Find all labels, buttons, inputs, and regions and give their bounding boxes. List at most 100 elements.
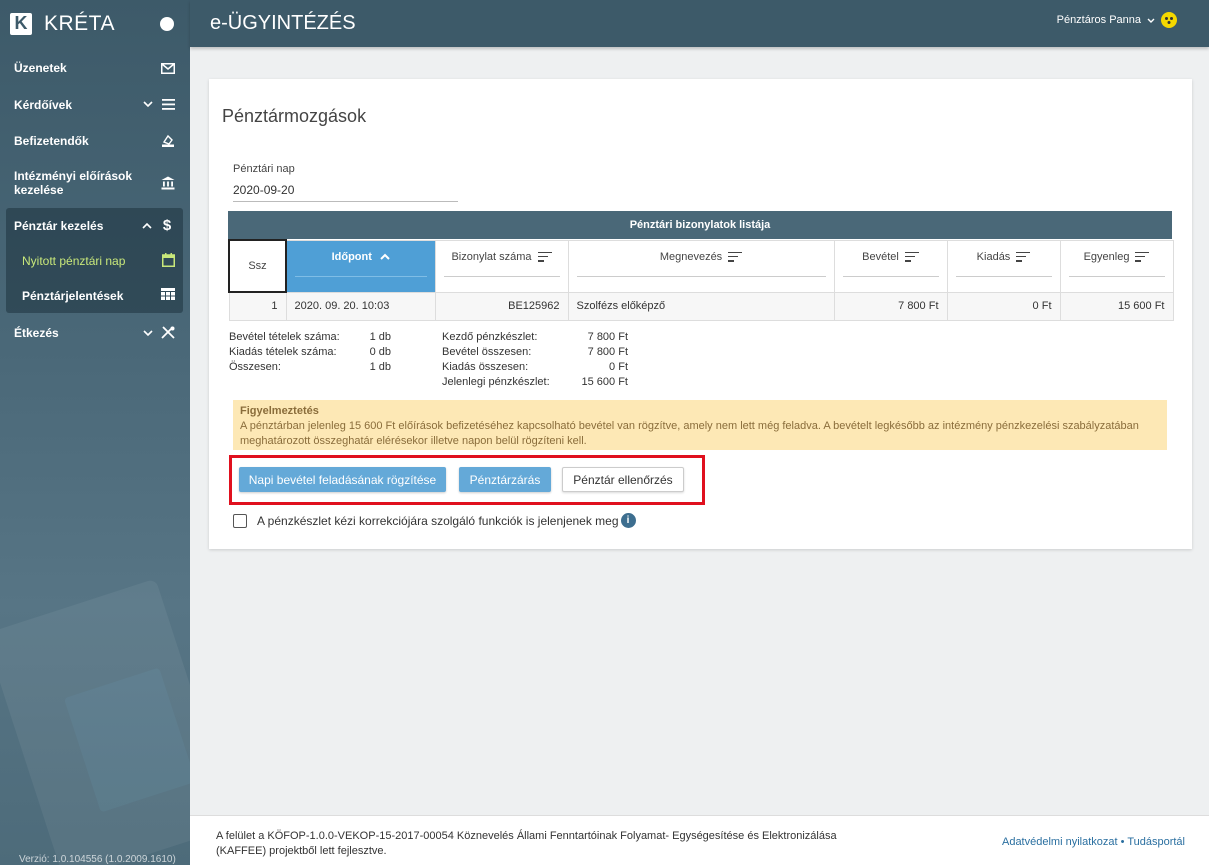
column-header-idopont[interactable]: Időpont [285,239,436,293]
footer-links: Adatvédelmi nyilatkozat • Tudásportál [1002,836,1185,848]
sidebar-item-label: Befizetendők [14,134,89,149]
sort-icon [1135,251,1150,262]
cell-ssz: 1 [228,291,287,321]
cash-register-check-button[interactable]: Pénztár ellenőrzés [562,467,684,492]
column-header-megnevezes[interactable]: Megnevezés [567,239,835,293]
summary-label: Kiadás tételek száma: [229,346,337,358]
column-header-bizonylat-szama[interactable]: Bizonylat száma [434,239,569,293]
close-cash-register-button[interactable]: Pénztárzárás [459,467,551,492]
sidebar-item-etkezes[interactable]: Étkezés [0,315,190,352]
user-name: Pénztáros Panna [1056,14,1141,26]
privacy-link[interactable]: Adatvédelmi nyilatkozat [1002,836,1118,848]
payment-icon [160,133,176,149]
brand-name: KRÉTA [44,11,115,35]
cell-bizonylat-szama: BE125962 [434,291,569,321]
sort-icon [728,251,743,262]
summary-value: 0 db [369,346,391,358]
summary-amounts: Kezdő pénzkészlet: 7 800 Ft Bevétel össze… [442,330,628,390]
brand-logo: K [10,12,32,35]
summary-label: Összesen: [229,361,281,373]
sidebar-toggle-icon[interactable] [160,17,174,31]
cell-kiadas: 0 Ft [946,291,1061,321]
footer: A felület a KÖFOP-1.0.0-VEKOP-15-2017-00… [190,815,1209,865]
footer-separator: • [1117,836,1128,848]
summary-value: 7 800 Ft [587,331,628,343]
column-header-ssz[interactable]: Ssz [228,239,287,293]
chevron-up-icon [141,220,153,232]
sidebar-item-label: Kérdőívek [14,97,73,112]
sidebar-item-penztar-kezeles[interactable]: Pénztár kezelés $ [6,208,183,245]
table-title: Pénztári bizonylatok listája [228,211,1172,239]
accessibility-icon[interactable] [1161,12,1177,28]
info-icon[interactable]: i [620,513,636,528]
summary-counts: Bevétel tételek száma: 1 db Kiadás tétele… [229,330,391,375]
table-row[interactable]: 1 2020. 09. 20. 10:03 BE125962 Szolfézs … [228,291,1174,321]
sidebar-item-penztarjelentesek[interactable]: Pénztárjelentések [6,279,183,314]
knowledge-portal-link[interactable]: Tudásportál [1127,836,1185,848]
sidebar-item-nyitott-penztari-nap[interactable]: Nyitott pénztári nap [6,244,183,279]
sidebar-nav: Üzenetek Kérdőívek Befizetendők Intézmén… [0,50,190,352]
sidebar-item-label: Étkezés [14,326,59,341]
page-title: Pénztármozgások [222,106,367,126]
bank-icon [160,175,176,191]
summary-label: Jelenlegi pénzkészlet: [442,376,550,388]
top-header: e-ÜGYINTÉZÉS Pénztáros Panna [190,0,1209,47]
list-icon [160,97,176,113]
cell-bevetel: 7 800 Ft [833,291,948,321]
sidebar: K KRÉTA Üzenetek Kérdőívek Befizetendők [0,0,190,865]
user-menu[interactable]: Pénztáros Panna [1057,12,1177,28]
warning-alert: Figyelmeztetés A pénztárban jelenleg 15 … [233,400,1167,450]
summary-label: Bevétel összesen: [442,346,532,358]
record-daily-income-button[interactable]: Napi bevétel feladásának rögzítése [239,467,446,492]
sort-icon [537,251,552,262]
chevron-down-icon [142,327,154,339]
sidebar-group-penztar: Pénztár kezelés $ Nyitott pénztári nap P… [6,207,183,314]
table-icon [161,288,175,303]
column-header-egyenleg[interactable]: Egyenleg [1059,239,1174,293]
chevron-down-icon [142,99,154,111]
summary-value: 1 db [369,361,391,373]
summary-value: 7 800 Ft [587,346,628,358]
mail-icon [160,60,176,76]
sidebar-item-label: Üzenetek [14,61,67,76]
manual-correction-checkbox[interactable] [233,513,247,528]
summary-label: Kiadás összesen: [442,361,529,373]
sidebar-item-befizetendok[interactable]: Befizetendők [0,123,190,160]
summary-value: 0 Ft [609,361,628,373]
cutlery-icon [160,325,176,341]
version-text: Verzió: 1.0.104556 (1.0.2009.1610) [19,854,176,865]
cell-idopont: 2020. 09. 20. 10:03 [285,291,436,321]
summary-value: 15 600 Ft [581,376,628,388]
sort-asc-icon [380,253,390,260]
dollar-icon: $ [162,217,172,235]
app-title: e-ÜGYINTÉZÉS [210,12,356,34]
sort-icon [1016,251,1031,262]
cell-egyenleg: 15 600 Ft [1059,291,1174,321]
sidebar-item-kerdoivek[interactable]: Kérdőívek [0,87,190,124]
sidebar-item-label: Pénztár kezelés [14,218,104,233]
chevron-down-icon [1147,15,1155,25]
sidebar-item-label: Intézményi előírások kezelése [14,168,133,197]
footer-text: A felület a KÖFOP-1.0.0-VEKOP-15-2017-00… [216,830,837,857]
cell-megnevezes: Szolfézs előképző [567,291,835,321]
warning-text: A pénztárban jelenleg 15 600 Ft előíráso… [240,420,1139,447]
sidebar-item-label: Nyitott pénztári nap [22,254,126,269]
cash-day-field[interactable]: 2020-09-20 [233,183,458,202]
calendar-icon [162,252,175,270]
warning-title: Figyelmeztetés [240,405,319,417]
column-header-kiadas[interactable]: Kiadás [946,239,1061,293]
cash-day-label: Pénztári nap [233,163,295,175]
brand[interactable]: K KRÉTA [0,0,190,47]
sidebar-item-uzenetek[interactable]: Üzenetek [0,50,190,87]
column-header-bevetel[interactable]: Bevétel [833,239,948,293]
summary-label: Kezdő pénzkészlet: [442,331,538,343]
checkbox-label: A pénzkészlet kézi korrekciójára szolgál… [257,513,619,528]
sort-icon [904,251,919,262]
manual-correction-option: A pénzkészlet kézi korrekciójára szolgál… [233,513,636,528]
main-card: Pénztármozgások Pénztári nap 2020-09-20 … [209,79,1192,549]
summary-label: Bevétel tételek száma: [229,331,340,343]
summary-value: 1 db [369,331,391,343]
sidebar-item-intezmenyi-eloirasok[interactable]: Intézményi előírások kezelése [0,160,190,206]
sidebar-item-label: Pénztárjelentések [22,288,124,303]
receipts-table: Pénztári bizonylatok listája Ssz Időpont [228,211,1174,321]
